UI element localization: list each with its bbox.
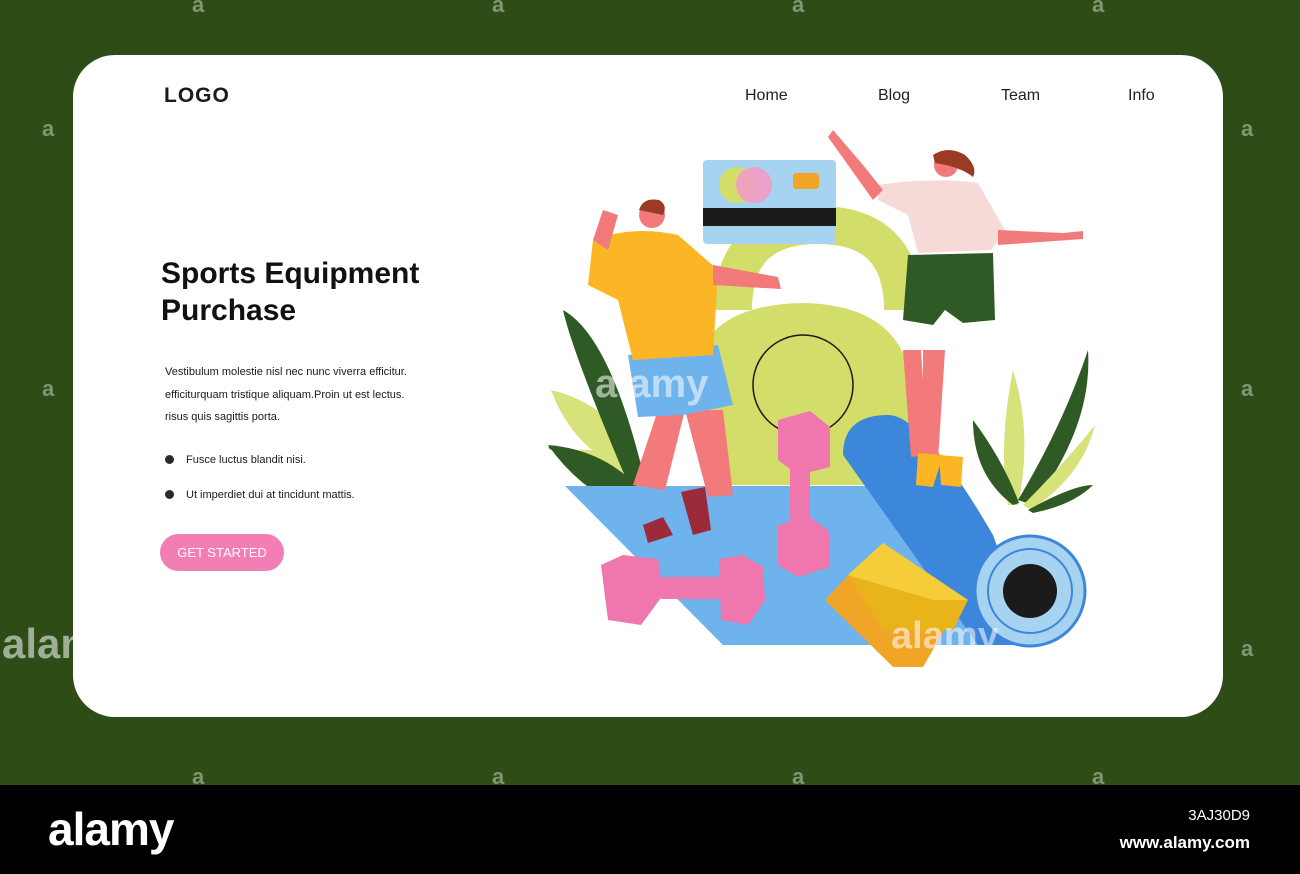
- site-url: www.alamy.com: [1119, 833, 1250, 852]
- bg-watermark-mark: a: [42, 116, 55, 141]
- leaf-icon: [973, 350, 1095, 513]
- bg-watermark-mark: a: [492, 0, 505, 17]
- bg-watermark-mark: a: [1241, 376, 1254, 401]
- landing-card: LOGO Home Blog Team Info Sports Equipmen…: [73, 55, 1223, 717]
- bg-watermark-mark: a: [1092, 0, 1105, 17]
- bg-watermark-mark: a: [792, 0, 805, 17]
- bg-watermark-mark: a: [192, 0, 205, 17]
- credit-card-icon: [703, 160, 836, 244]
- image-id: 3AJ30D9: [1188, 807, 1250, 824]
- alamy-brand-logo: alamy: [48, 803, 174, 855]
- alamy-watermark: alamy: [595, 362, 709, 406]
- page: a a a a a a a a a a a a a LOGO Home Blog…: [0, 0, 1300, 874]
- bg-watermark-mark: a: [42, 376, 55, 401]
- alamy-watermark: alamy: [2, 620, 122, 667]
- bg-watermark-mark: a: [1241, 116, 1254, 141]
- stock-footer-bar: alamy 3AJ30D9 www.alamy.com: [0, 785, 1300, 874]
- alamy-watermark: alamy: [891, 615, 999, 657]
- bg-watermark-mark: a: [1241, 636, 1254, 661]
